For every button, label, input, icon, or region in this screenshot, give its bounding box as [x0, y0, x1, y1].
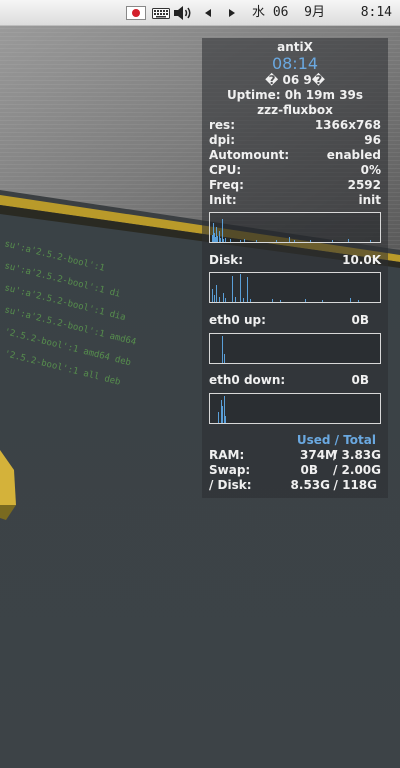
- keyboard-layout-button[interactable]: [124, 0, 148, 26]
- info-label: CPU:: [209, 163, 242, 177]
- mem-total: / 2.00G: [332, 463, 381, 477]
- eth-down-graph-bars: [218, 396, 226, 423]
- conky-date: � 06 9�: [264, 73, 326, 87]
- mem-total: / 3.83G: [332, 448, 381, 462]
- info-value: 96: [364, 133, 381, 147]
- conky-system-monitor: antiX 08:14 � 06 9� Uptime: 0h 19m 39s z…: [202, 38, 388, 498]
- panel-date[interactable]: 水 06 9月: [252, 0, 325, 26]
- info-label: dpi:: [209, 133, 236, 147]
- eth-up-row: eth0 up: 0B: [209, 313, 381, 328]
- next-button[interactable]: [224, 0, 240, 26]
- eth-up-label: eth0 up:: [209, 313, 266, 327]
- mem-total: / 118G: [333, 478, 377, 492]
- triangle-right-icon: [229, 9, 235, 17]
- used-header: Used: [296, 433, 331, 447]
- info-value: init: [358, 193, 381, 207]
- top-panel: 水 06 9月 8:14: [0, 0, 400, 26]
- volume-button[interactable]: [172, 0, 194, 26]
- info-value: enabled: [326, 148, 381, 162]
- conky-hostname: antiX: [277, 40, 313, 54]
- cpu-graph-bars: [212, 219, 371, 242]
- info-label: res:: [209, 118, 235, 132]
- keyboard-icon: [152, 8, 170, 19]
- info-value: 0%: [360, 163, 381, 177]
- info-label: Init:: [209, 193, 237, 207]
- eth-up-value: 0B: [351, 313, 370, 327]
- conky-session: zzz-fluxbox: [257, 103, 333, 117]
- info-value: 2592: [347, 178, 381, 192]
- info-row-automount: Automount: enabled: [209, 148, 381, 163]
- speaker-volume-icon: [174, 6, 191, 20]
- disk-graph-bars: [212, 274, 359, 302]
- prev-button[interactable]: [200, 0, 216, 26]
- info-row-freq: Freq: 2592: [209, 178, 381, 193]
- total-header: Total: [343, 433, 376, 447]
- info-label: Automount:: [209, 148, 290, 162]
- eth-down-label: eth0 down:: [209, 373, 286, 387]
- cpu-graph: [209, 212, 381, 243]
- header-sep: /: [330, 433, 344, 447]
- info-label: Freq:: [209, 178, 244, 192]
- mem-row-swap: Swap: 0B / 2.00G: [209, 463, 381, 478]
- mem-used: 374M: [300, 448, 337, 462]
- mem-used: 0B: [300, 463, 319, 477]
- mem-used: 8.53G: [290, 478, 330, 492]
- mem-row-ram: RAM: 374M / 3.83G: [209, 448, 381, 463]
- japan-flag-icon: [126, 6, 146, 20]
- disk-graph: [209, 272, 381, 303]
- eth-down-graph: [209, 393, 381, 424]
- mem-header: Used / Total: [209, 433, 381, 448]
- mem-row-disk: / Disk: 8.53G / 118G: [209, 478, 381, 493]
- eth-up-graph-bars: [222, 336, 225, 363]
- eth-down-row: eth0 down: 0B: [209, 373, 381, 388]
- eth-up-graph: [209, 333, 381, 364]
- disk-row: Disk: 10.0K: [209, 253, 381, 268]
- info-row-init: Init: init: [209, 193, 381, 208]
- mem-label: / Disk:: [209, 478, 252, 492]
- disk-label: Disk:: [209, 253, 243, 267]
- eth-down-value: 0B: [351, 373, 370, 387]
- mem-label: RAM:: [209, 448, 245, 462]
- info-row-dpi: dpi: 96: [209, 133, 381, 148]
- panel-clock[interactable]: 8:14: [361, 0, 392, 26]
- conky-time: 08:14: [271, 54, 319, 73]
- info-value: 1366x768: [314, 118, 381, 132]
- info-row-cpu: CPU: 0%: [209, 163, 381, 178]
- conky-uptime: Uptime: 0h 19m 39s: [226, 88, 364, 102]
- keyboard-button[interactable]: [150, 0, 172, 26]
- info-row-res: res: 1366x768: [209, 118, 381, 133]
- triangle-left-icon: [205, 9, 211, 17]
- mem-label: Swap:: [209, 463, 251, 477]
- disk-value: 10.0K: [342, 253, 381, 267]
